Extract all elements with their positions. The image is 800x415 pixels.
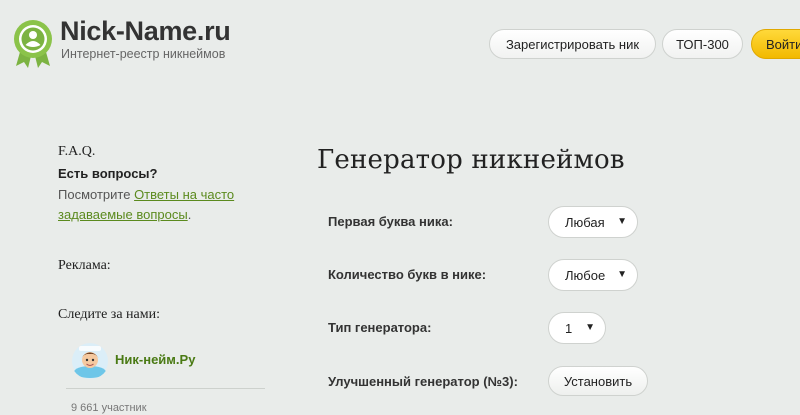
generator-type-value: 1: [565, 320, 573, 336]
letter-count-label: Количество букв в нике:: [328, 267, 487, 282]
login-button[interactable]: Войти: [751, 29, 800, 59]
top-300-button[interactable]: ТОП-300: [662, 29, 743, 59]
improved-generator-label: Улучшенный генератор (№3):: [328, 374, 518, 389]
generator-type-label: Тип генератора:: [328, 320, 432, 335]
site-logo-icon[interactable]: [12, 18, 54, 68]
faq-question: Есть вопросы?: [58, 166, 158, 181]
install-button[interactable]: Установить: [548, 366, 648, 396]
faq-text-before: Посмотрите: [58, 187, 135, 202]
first-letter-select[interactable]: Любая ▼: [548, 206, 638, 238]
faq-title: F.A.Q.: [58, 144, 96, 159]
member-count: 9 661 участник: [71, 402, 147, 414]
follow-title: Следите за нами:: [58, 307, 160, 322]
letter-count-select[interactable]: Любое ▼: [548, 259, 638, 291]
page-title: Генератор никнеймов: [317, 145, 625, 175]
faq-text-after: .: [187, 207, 192, 222]
chevron-down-icon: ▼: [617, 269, 627, 280]
ads-title: Реклама:: [58, 258, 111, 273]
sidebar-divider: [66, 388, 265, 389]
site-tagline: Интернет-реестр никнеймов: [61, 47, 226, 61]
site-name[interactable]: Nick-Name.ru: [60, 16, 231, 47]
generator-type-select[interactable]: 1 ▼: [548, 312, 606, 344]
group-avatar[interactable]: [71, 343, 109, 379]
register-nick-button[interactable]: Зарегистрировать ник: [489, 29, 656, 59]
faq-text: Посмотрите Ответы на часто задаваемые во…: [58, 185, 258, 225]
chevron-down-icon: ▼: [585, 322, 595, 333]
chevron-down-icon: ▼: [617, 216, 627, 227]
first-letter-value: Любая: [565, 214, 605, 230]
first-letter-label: Первая буква ника:: [328, 214, 453, 229]
letter-count-value: Любое: [565, 267, 606, 283]
group-name-link[interactable]: Ник-нейм.Ру: [115, 352, 195, 367]
